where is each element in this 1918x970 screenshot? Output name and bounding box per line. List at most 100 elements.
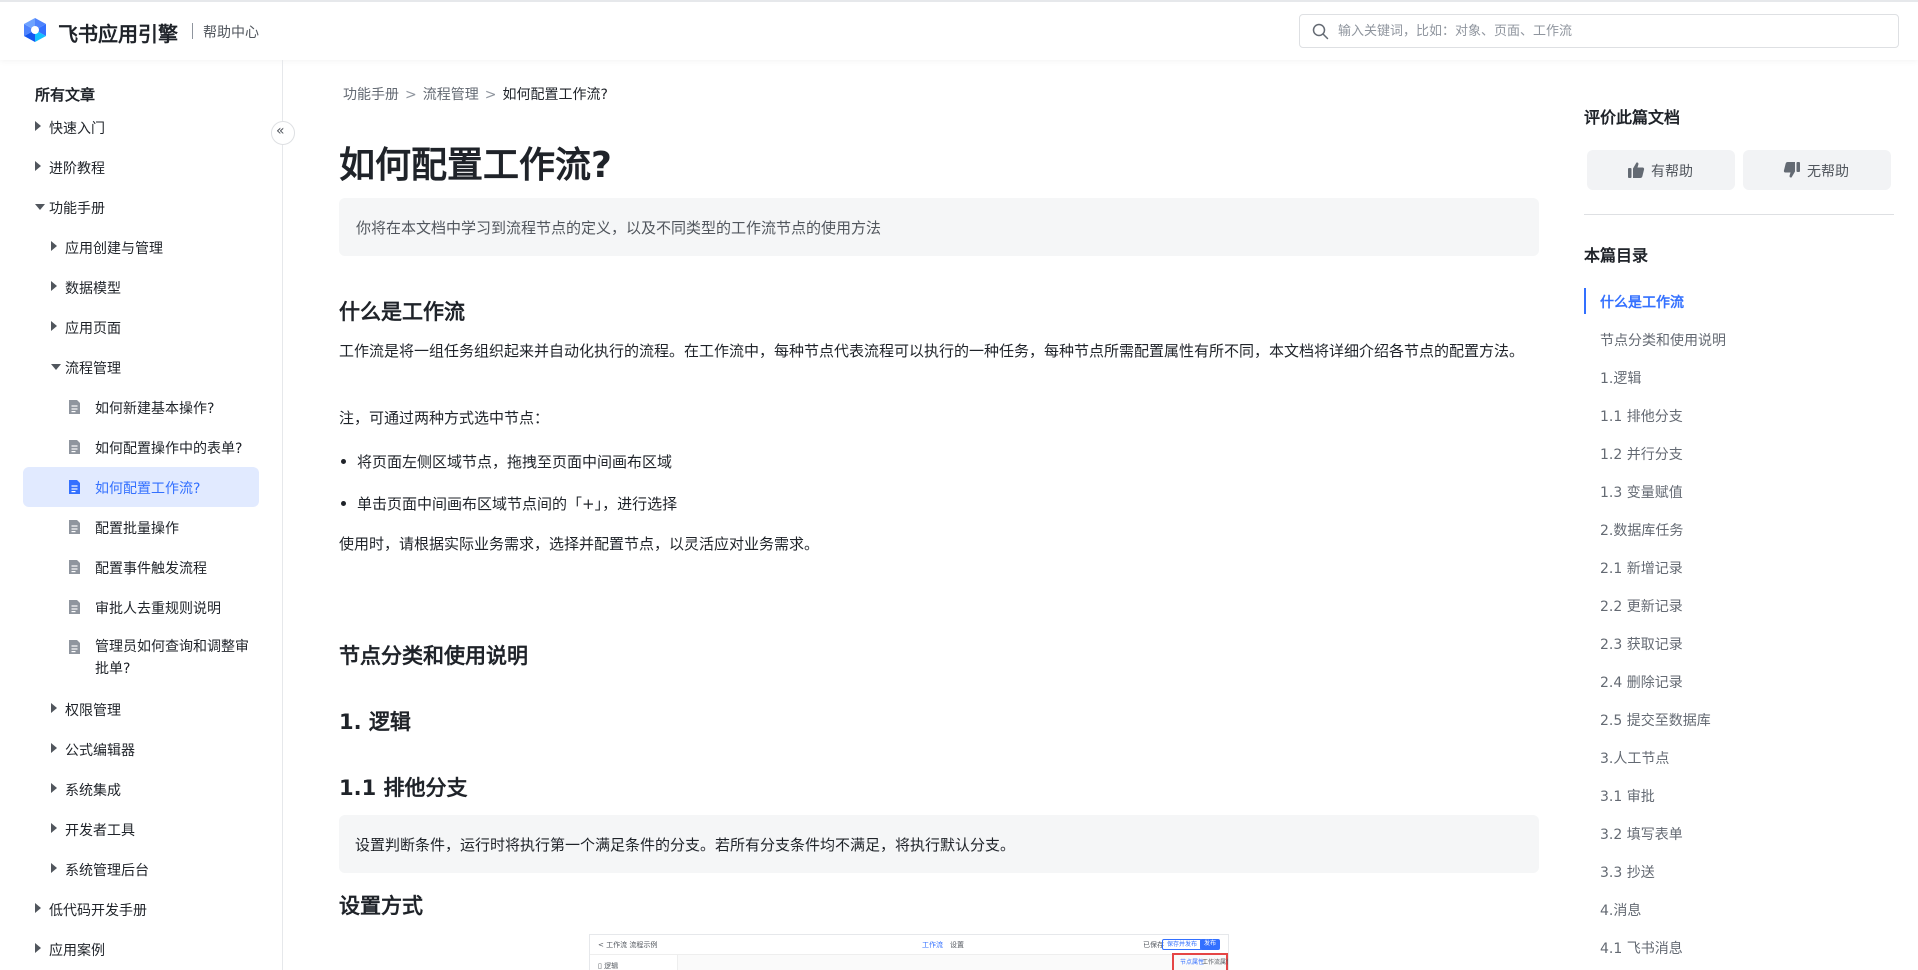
breadcrumb-item[interactable]: 流程管理 xyxy=(423,87,479,103)
breadcrumb-current: 如何配置工作流? xyxy=(502,87,608,103)
document-icon xyxy=(69,520,80,534)
caret-right-icon[interactable] xyxy=(51,281,57,291)
top-header: 飞书应用引擎 帮助中心 xyxy=(0,0,1918,60)
sidebar-item[interactable]: 配置事件触发流程 xyxy=(23,547,259,587)
toc-active-indicator xyxy=(1584,288,1586,314)
caret-right-icon[interactable] xyxy=(35,943,41,953)
caret-right-icon[interactable] xyxy=(51,321,57,331)
toc-item[interactable]: 节点分类和使用说明 xyxy=(1600,330,1726,350)
toc-item[interactable]: 1.逻辑 xyxy=(1600,368,1641,388)
caret-down-icon[interactable] xyxy=(35,204,45,210)
toc-item[interactable]: 2.2 更新记录 xyxy=(1600,596,1683,616)
screenshot-back-text: < 工作流 流程示例 xyxy=(598,941,658,949)
sidebar-item-label: 如何配置工作流? xyxy=(95,481,201,497)
sidebar-item[interactable]: 低代码开发手册 xyxy=(23,889,259,929)
sidebar-item-label: 进阶教程 xyxy=(49,161,105,177)
toc-item[interactable]: 4.1 飞书消息 xyxy=(1600,938,1683,958)
toc-item[interactable]: 2.数据库任务 xyxy=(1600,520,1683,540)
heading-setup-method: 设置方式 xyxy=(339,894,423,918)
sidebar-item[interactable]: 系统集成 xyxy=(23,769,259,809)
callout-text: 设置判断条件，运行时将执行第一个满足条件的分支。若所有分支条件均不满足，将执行默… xyxy=(355,836,1016,854)
search-input[interactable] xyxy=(1338,15,1888,47)
document-icon xyxy=(69,480,80,494)
thumbs-up-icon xyxy=(1628,162,1645,178)
sidebar-item[interactable]: 应用页面 xyxy=(23,307,259,347)
toc-item[interactable]: 2.3 获取记录 xyxy=(1600,634,1683,654)
sidebar-item-label: 公式编辑器 xyxy=(65,743,135,759)
not-helpful-button[interactable]: 无帮助 xyxy=(1743,150,1891,190)
help-center-label[interactable]: 帮助中心 xyxy=(203,22,259,42)
caret-down-icon[interactable] xyxy=(51,364,61,370)
sidebar-item[interactable]: 功能手册 xyxy=(23,187,259,227)
collapse-sidebar-button[interactable]: « xyxy=(271,121,295,145)
heading-what-is-workflow: 什么是工作流 xyxy=(339,300,465,324)
screenshot-left-panel: ▯ 逻辑 xyxy=(590,955,678,970)
caret-right-icon[interactable] xyxy=(51,863,57,873)
sidebar-item[interactable]: 配置批量操作 xyxy=(23,507,259,547)
summary-text: 你将在本文档中学习到流程节点的定义，以及不同类型的工作流节点的使用方法 xyxy=(356,219,882,237)
sidebar-item[interactable]: 数据模型 xyxy=(23,267,259,307)
document-icon xyxy=(69,400,80,414)
toc-item[interactable]: 4.消息 xyxy=(1600,900,1641,920)
right-divider xyxy=(1584,214,1894,215)
sidebar-item-label: 审批人去重规则说明 xyxy=(95,601,221,617)
toc-item[interactable]: 2.5 提交至数据库 xyxy=(1600,710,1711,730)
toc-item[interactable]: 1.1 排他分支 xyxy=(1600,406,1683,426)
helpful-label: 有帮助 xyxy=(1651,164,1693,180)
sidebar-item[interactable]: 如何配置操作中的表单? xyxy=(23,427,259,467)
sidebar-item-label: 配置批量操作 xyxy=(95,521,179,537)
toc-item[interactable]: 2.4 删除记录 xyxy=(1600,672,1683,692)
paragraph-usage: 使用时，请根据实际业务需求，选择并配置节点，以灵活应对业务需求。 xyxy=(339,535,820,553)
sidebar-item[interactable]: 公式编辑器 xyxy=(23,729,259,769)
caret-right-icon[interactable] xyxy=(51,703,57,713)
app-logo-icon[interactable] xyxy=(22,17,48,43)
toc-item[interactable]: 1.3 变量赋值 xyxy=(1600,482,1683,502)
sidebar-item[interactable]: 应用案例 xyxy=(23,929,259,969)
document-icon xyxy=(69,440,80,454)
bullet-item: 将页面左侧区域节点，拖拽至页面中间画布区域 xyxy=(339,451,672,472)
caret-right-icon[interactable] xyxy=(35,161,41,171)
sidebar-item-label: 如何配置操作中的表单? xyxy=(95,441,243,457)
toc-item[interactable]: 1.2 并行分支 xyxy=(1600,444,1683,464)
search-box[interactable] xyxy=(1299,14,1899,48)
screenshot-panel-tab: 工作流属性 xyxy=(1202,959,1228,966)
toc-item[interactable]: 3.2 填写表单 xyxy=(1600,824,1683,844)
sidebar-item[interactable]: 管理员如何查询和调整审批单? xyxy=(23,627,259,683)
toc-item[interactable]: 3.人工节点 xyxy=(1600,748,1669,768)
sidebar-item[interactable]: 流程管理 xyxy=(23,347,259,387)
screenshot-panel-tab: 节点属性 xyxy=(1180,959,1205,966)
sidebar-item[interactable]: 如何配置工作流? xyxy=(23,467,259,507)
toc-item[interactable]: 2.1 新增记录 xyxy=(1600,558,1683,578)
toc-item[interactable]: 3.1 审批 xyxy=(1600,786,1655,806)
screenshot-left-item: ▯ 逻辑 xyxy=(598,962,619,970)
brand-name[interactable]: 飞书应用引擎 xyxy=(58,18,178,47)
sidebar-item[interactable]: 快速入门 xyxy=(23,107,259,147)
sidebar-item[interactable]: 应用创建与管理 xyxy=(23,227,259,267)
sidebar-item[interactable]: 审批人去重规则说明 xyxy=(23,587,259,627)
sidebar-item[interactable]: 权限管理 xyxy=(23,689,259,729)
double-chevron-left-icon: « xyxy=(276,123,285,139)
sidebar-item-label: 应用创建与管理 xyxy=(65,241,163,257)
screenshot-highlight-box: 节点属性 工作流属性 xyxy=(1172,953,1228,970)
sidebar-item[interactable]: 系统管理后台 xyxy=(23,849,259,889)
sidebar-item-label: 系统管理后台 xyxy=(65,863,149,879)
document-icon xyxy=(69,640,80,654)
helpful-button[interactable]: 有帮助 xyxy=(1587,150,1735,190)
toc-item[interactable]: 3.3 抄送 xyxy=(1600,862,1655,882)
breadcrumb-item[interactable]: 功能手册 xyxy=(343,87,399,103)
caret-right-icon[interactable] xyxy=(51,743,57,753)
sidebar-item[interactable]: 如何新建基本操作? xyxy=(23,387,259,427)
bullet-dot xyxy=(341,501,346,506)
caret-right-icon[interactable] xyxy=(51,823,57,833)
bullet-text: 将页面左侧区域节点，拖拽至页面中间画布区域 xyxy=(357,453,673,471)
thumbs-down-icon xyxy=(1783,162,1800,178)
bullet-item: 单击页面中间画布区域节点间的「+」，进行选择 xyxy=(339,493,677,514)
caret-right-icon[interactable] xyxy=(35,903,41,913)
caret-right-icon[interactable] xyxy=(51,783,57,793)
paragraph-note: 注，可通过两种方式选中节点： xyxy=(339,409,550,427)
toc-item[interactable]: 什么是工作流 xyxy=(1600,292,1684,312)
caret-right-icon[interactable] xyxy=(51,241,57,251)
sidebar-item[interactable]: 开发者工具 xyxy=(23,809,259,849)
caret-right-icon[interactable] xyxy=(35,121,41,131)
sidebar-item[interactable]: 进阶教程 xyxy=(23,147,259,187)
